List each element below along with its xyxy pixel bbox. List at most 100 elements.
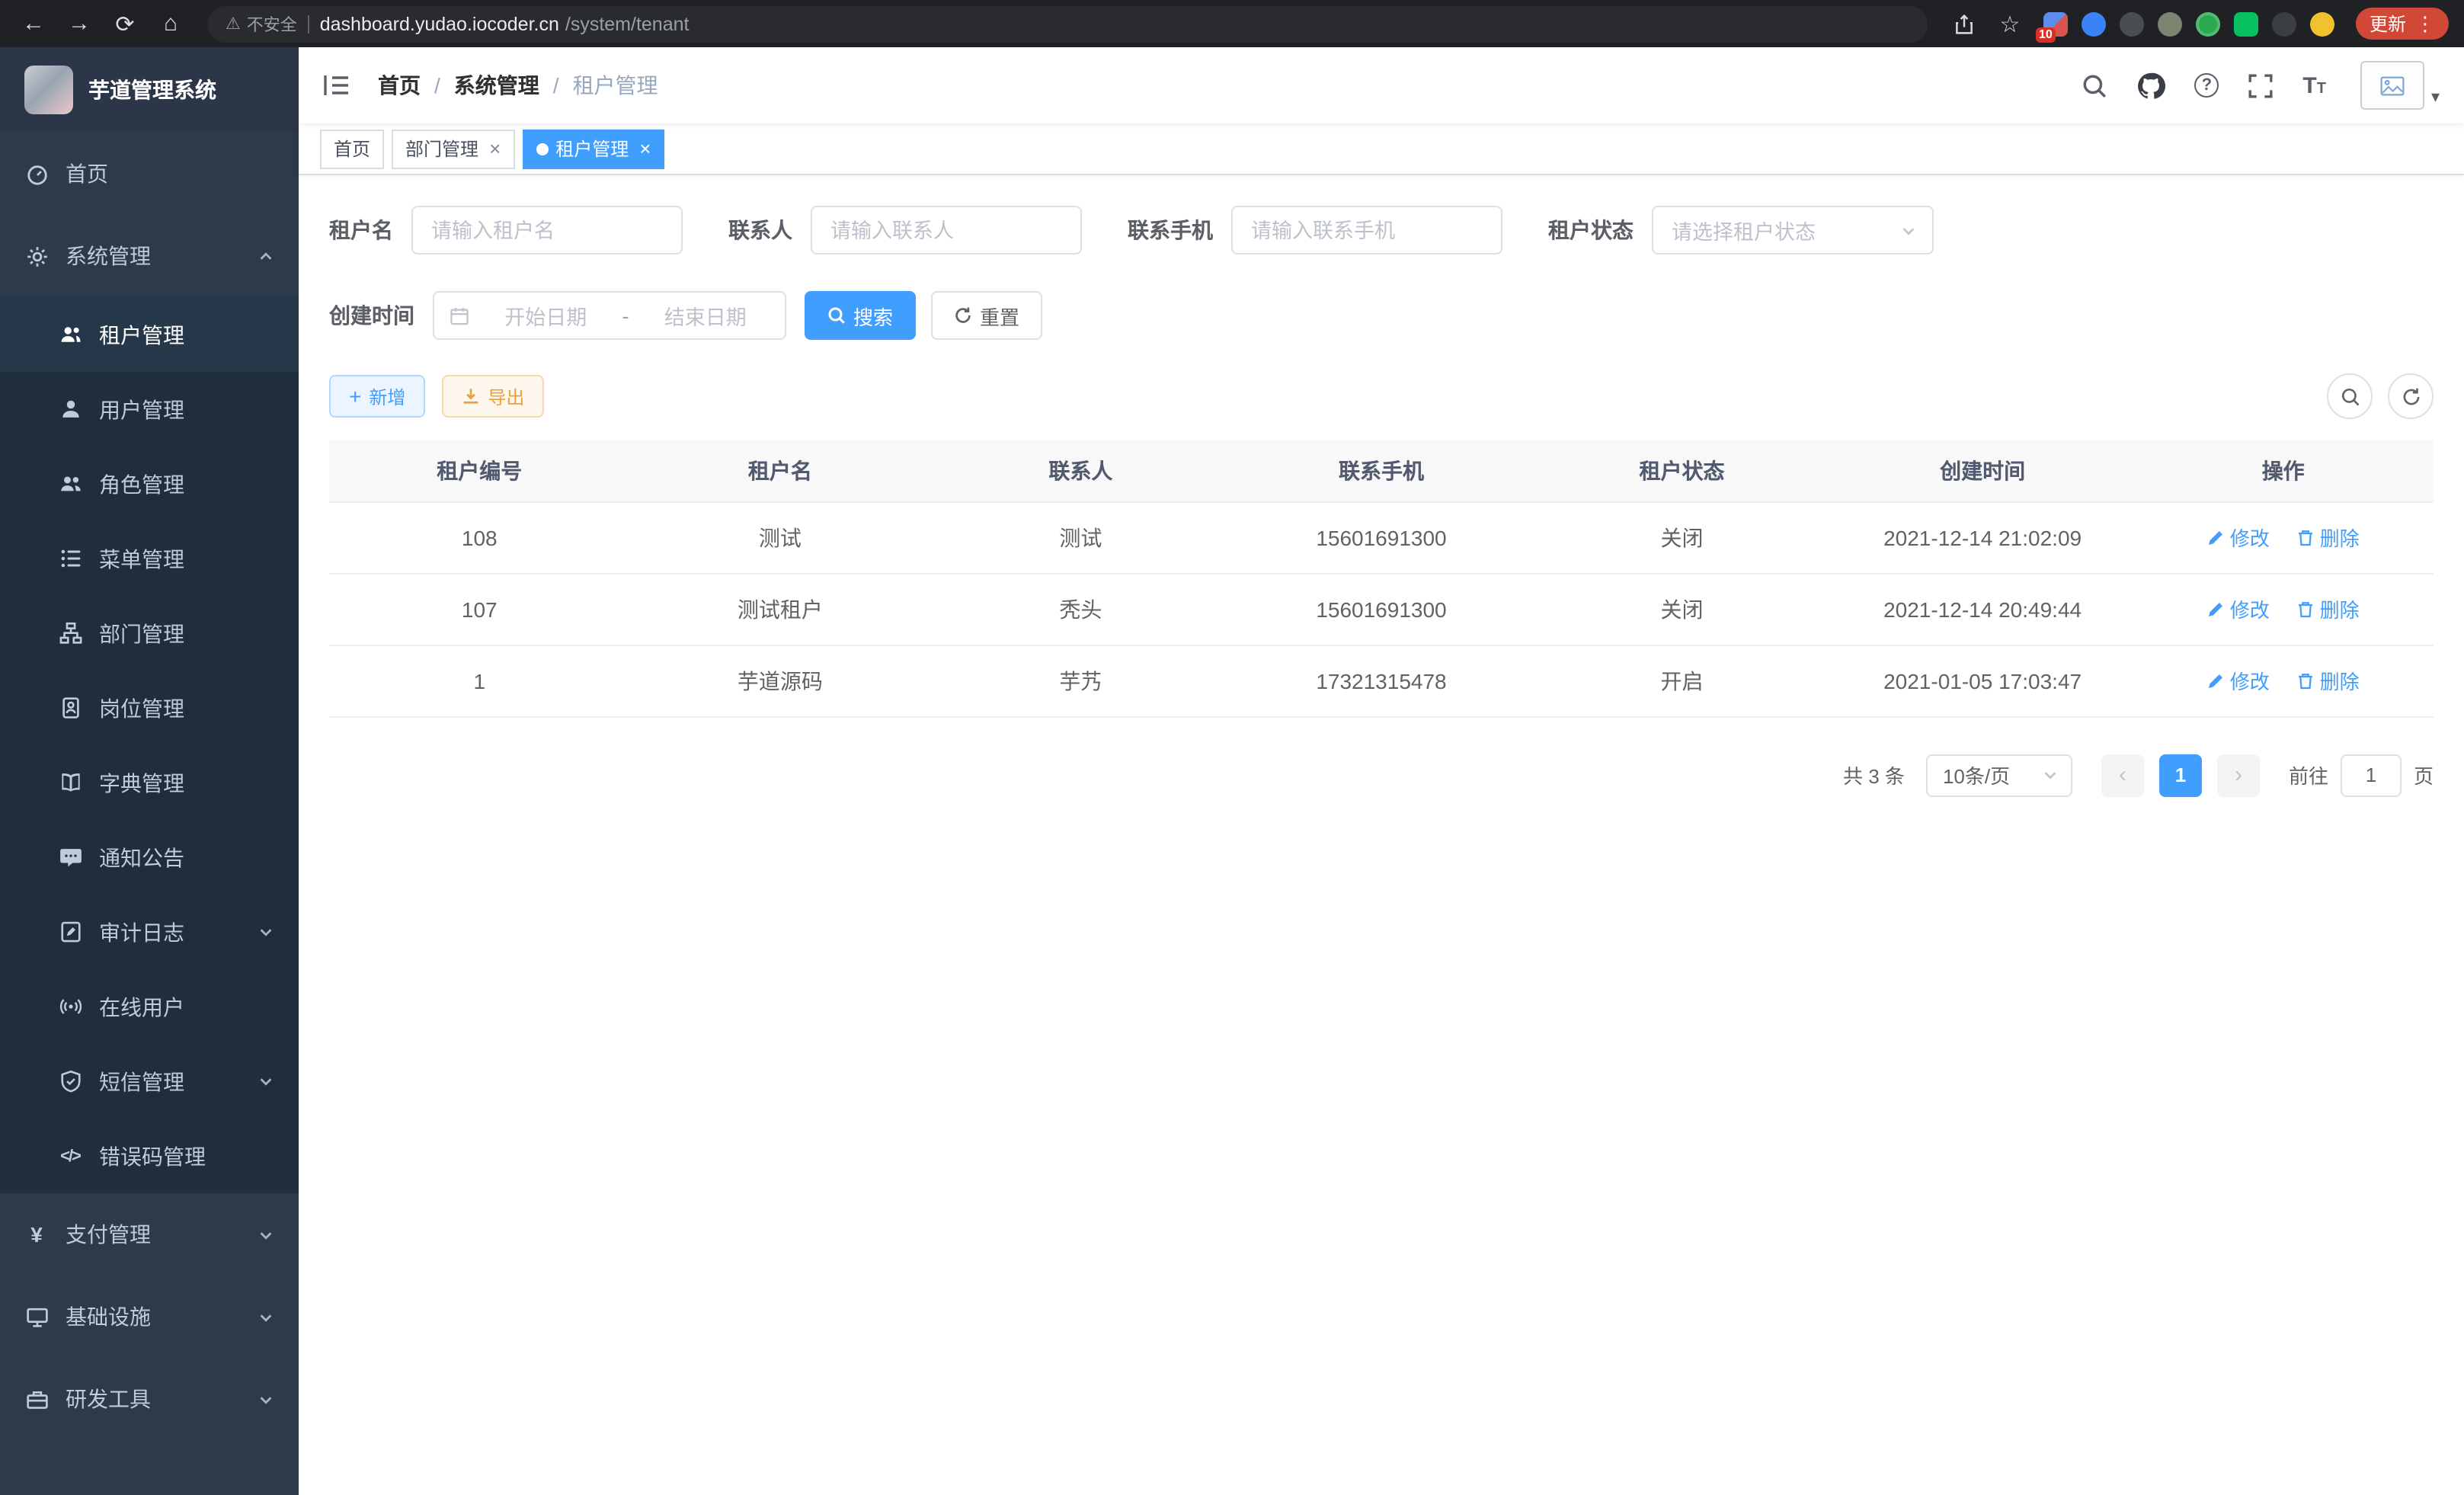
security-label: 不安全: [247, 11, 297, 36]
export-button[interactable]: 导出: [442, 375, 544, 418]
close-icon[interactable]: ×: [486, 139, 501, 158]
extension-icon-5[interactable]: [2196, 11, 2220, 36]
sidebar-item-users[interactable]: 用户管理: [0, 372, 299, 447]
bookmark-button[interactable]: ☆: [1992, 5, 2028, 42]
help-button[interactable]: ?: [2194, 73, 2219, 98]
browser-home-button[interactable]: ⌂: [152, 5, 189, 42]
tab-label: 首页: [334, 136, 370, 162]
user-menu[interactable]: ▾: [2361, 61, 2440, 110]
breadcrumb-system[interactable]: 系统管理: [454, 70, 539, 101]
breadcrumb: 首页 / 系统管理 / 租户管理: [378, 70, 658, 101]
toolbox-icon: [24, 1387, 49, 1411]
sidebar-item-departments[interactable]: 部门管理: [0, 596, 299, 671]
sidebar-item-tenant[interactable]: 租户管理: [0, 297, 299, 372]
add-button[interactable]: + 新增: [329, 375, 425, 418]
delete-link[interactable]: 删除: [2297, 666, 2360, 695]
sidebar-item-payment[interactable]: ¥ 支付管理: [0, 1193, 299, 1276]
tenant-name-input[interactable]: [411, 206, 683, 255]
toggle-search-button[interactable]: [2327, 373, 2373, 419]
hamburger-icon: [323, 73, 350, 98]
sidebar-item-system[interactable]: 系统管理: [0, 215, 299, 297]
app-logo[interactable]: 芋道管理系统: [0, 47, 299, 133]
collapse-sidebar-button[interactable]: [320, 69, 354, 102]
sidebar-item-roles[interactable]: 角色管理: [0, 447, 299, 521]
browser-menu-icon: ⋮: [2415, 11, 2435, 36]
search-button[interactable]: 搜索: [805, 291, 916, 340]
browser-back-button[interactable]: ←: [15, 5, 52, 42]
sidebar-item-sms[interactable]: 短信管理: [0, 1044, 299, 1119]
screen: ← → ⟳ ⌂ ⚠ 不安全 dashboard.yudao.iocoder.cn…: [0, 0, 2464, 1495]
sidebar-item-audit-logs[interactable]: 审计日志: [0, 895, 299, 969]
edit-link[interactable]: 修改: [2207, 666, 2270, 695]
tab-department[interactable]: 部门管理 ×: [392, 129, 514, 168]
close-icon[interactable]: ×: [636, 139, 651, 158]
col-status: 租户状态: [1531, 440, 1832, 501]
tab-home[interactable]: 首页: [320, 129, 384, 168]
next-page-button[interactable]: ›: [2217, 754, 2260, 796]
extension-icon-4[interactable]: [2158, 11, 2182, 36]
sidebar-item-label: 角色管理: [99, 469, 274, 499]
github-link[interactable]: [2136, 71, 2165, 100]
extension-icon-6[interactable]: [2234, 11, 2258, 36]
header-search-button[interactable]: [2082, 72, 2107, 98]
security-chip[interactable]: ⚠ 不安全: [226, 11, 297, 36]
logo-image: [24, 66, 73, 114]
address-bar[interactable]: ⚠ 不安全 dashboard.yudao.iocoder.cn/system/…: [207, 5, 1928, 42]
sidebar-item-label: 字典管理: [99, 767, 274, 798]
prev-page-button[interactable]: ‹: [2101, 754, 2144, 796]
status-select[interactable]: 请选择租户状态: [1652, 206, 1934, 255]
date-range-picker[interactable]: 开始日期 - 结束日期: [433, 291, 786, 340]
extension-icon-7[interactable]: [2272, 11, 2296, 36]
cell-id: 1: [329, 645, 630, 716]
browser-reload-button[interactable]: ⟳: [107, 5, 143, 42]
contact-input[interactable]: [811, 206, 1082, 255]
edit-icon: [2207, 600, 2226, 618]
jump-page-input[interactable]: [2341, 754, 2402, 796]
page-size-select[interactable]: 10条/页: [1926, 754, 2072, 796]
browser-update-button[interactable]: 更新 ⋮: [2356, 8, 2449, 40]
cell-status: 开启: [1531, 645, 1832, 716]
refresh-icon: [954, 306, 972, 325]
browser-forward-button[interactable]: →: [61, 5, 98, 42]
table-row: 108 测试 测试 15601691300 关闭 2021-12-14 21:0…: [329, 501, 2434, 573]
sidebar-item-error-codes[interactable]: </> 错误码管理: [0, 1119, 299, 1193]
col-tenant-name: 租户名: [630, 440, 931, 501]
jump-suffix: 页: [2414, 760, 2434, 789]
extension-icon-8[interactable]: [2310, 11, 2334, 36]
plus-icon: +: [349, 386, 361, 407]
breadcrumb-home[interactable]: 首页: [378, 70, 421, 101]
add-button-label: 新增: [369, 383, 405, 409]
sidebar-item-label: 审计日志: [99, 917, 241, 947]
next-icon: ›: [2235, 762, 2242, 788]
help-icon: ?: [2202, 76, 2212, 94]
extension-icon-3[interactable]: [2120, 11, 2144, 36]
tab-tenant[interactable]: 租户管理 ×: [522, 129, 664, 168]
home-icon: ⌂: [164, 11, 178, 37]
extension-icon-2[interactable]: [2082, 11, 2106, 36]
chevron-down-icon: [258, 1308, 274, 1325]
sidebar-item-infrastructure[interactable]: 基础设施: [0, 1276, 299, 1358]
filter-row-2: 创建时间 开始日期 - 结束日期 搜索 重置: [329, 291, 2434, 340]
phone-input[interactable]: [1231, 206, 1502, 255]
delete-link[interactable]: 删除: [2297, 523, 2360, 552]
cell-actions: 修改 删除: [2133, 501, 2434, 573]
reset-button[interactable]: 重置: [931, 291, 1042, 340]
sidebar-item-menus[interactable]: 菜单管理: [0, 521, 299, 596]
sidebar-item-posts[interactable]: 岗位管理: [0, 671, 299, 745]
refresh-table-button[interactable]: [2388, 373, 2434, 419]
reset-button-label: 重置: [980, 301, 1019, 330]
extension-icon-1[interactable]: 10: [2043, 11, 2068, 36]
sidebar-item-dictionary[interactable]: 字典管理: [0, 745, 299, 820]
share-button[interactable]: [1946, 5, 1982, 42]
sidebar-item-home[interactable]: 首页: [0, 133, 299, 215]
breadcrumb-current: 租户管理: [573, 70, 658, 101]
sidebar-item-notices[interactable]: 通知公告: [0, 820, 299, 895]
delete-link[interactable]: 删除: [2297, 594, 2360, 623]
edit-link[interactable]: 修改: [2207, 594, 2270, 623]
edit-link[interactable]: 修改: [2207, 523, 2270, 552]
font-size-button[interactable]: TT: [2302, 72, 2326, 98]
page-number-1[interactable]: 1: [2159, 754, 2202, 796]
sidebar-item-dev-tools[interactable]: 研发工具: [0, 1358, 299, 1440]
fullscreen-button[interactable]: [2248, 72, 2274, 98]
sidebar-item-online-users[interactable]: 在线用户: [0, 969, 299, 1044]
